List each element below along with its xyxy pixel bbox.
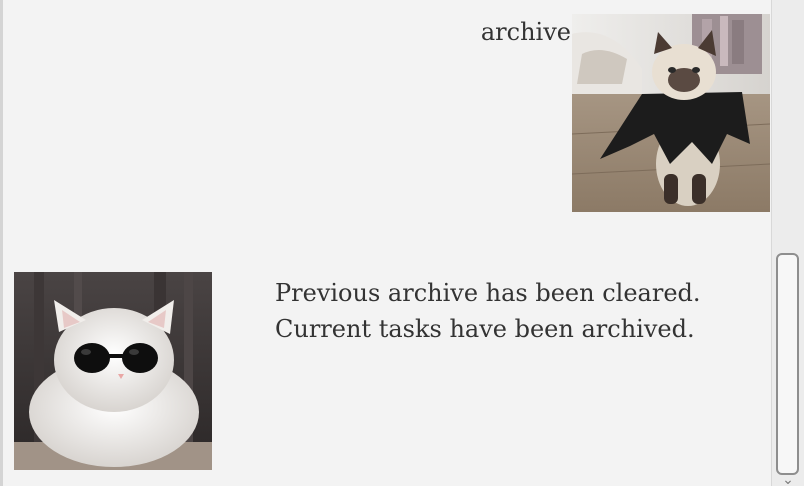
bot-message-line: Previous archive has been cleared.: [275, 279, 701, 307]
user-message-text: archive: [480, 18, 571, 46]
chat-messages-area[interactable]: archive Previous archive has been cleare…: [3, 0, 771, 486]
bot-message-line: Current tasks have been archived.: [275, 315, 695, 343]
cat-with-sunglasses-image: [14, 272, 212, 470]
bot-message-photo[interactable]: [14, 272, 212, 470]
chat-window: archive Previous archive has been cleare…: [0, 0, 804, 486]
scrollbar-thumb[interactable]: [776, 253, 799, 475]
chevron-down-icon[interactable]: ⌄: [779, 473, 797, 486]
vertical-scrollbar[interactable]: ⌄: [771, 0, 804, 486]
bot-message-text: Previous archive has been cleared. Curre…: [275, 275, 701, 347]
cat-in-cape-image: [572, 14, 770, 212]
user-message-photo[interactable]: [572, 14, 770, 212]
